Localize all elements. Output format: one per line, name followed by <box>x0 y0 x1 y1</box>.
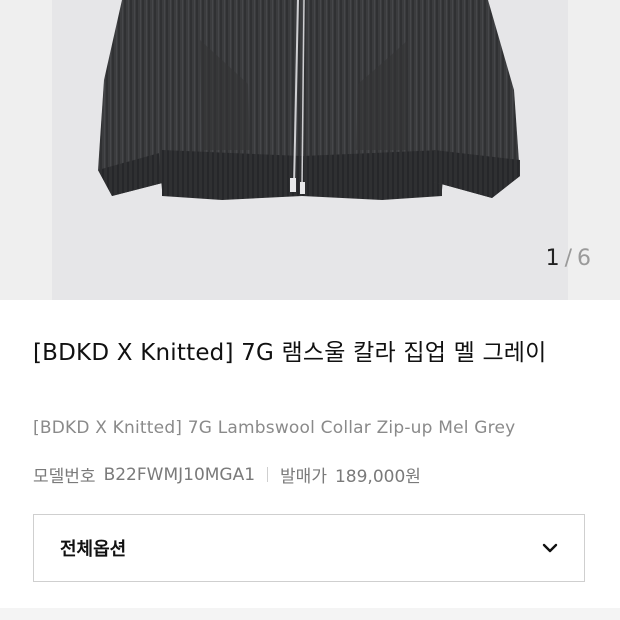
image-counter-separator: / <box>564 246 573 271</box>
model-number-value: B22FWMJ10MGA1 <box>103 464 256 485</box>
chevron-down-icon <box>542 543 558 553</box>
product-title: [BDKD X Knitted] 7G 램스울 칼라 집업 멜 그레이 <box>33 340 547 366</box>
knit-zip-up-jacket-image <box>98 0 520 200</box>
all-options-select[interactable]: 전체옵션 <box>33 514 585 582</box>
model-number-label: 모델번호 <box>33 467 96 487</box>
product-meta: 모델번호 B22FWMJ10MGA1 발매가 189,000원 <box>33 462 421 488</box>
release-price-value: 189,000원 <box>334 467 421 487</box>
product-image[interactable] <box>52 0 568 300</box>
release-price-label: 발매가 <box>280 467 327 487</box>
image-counter-current: 1 <box>545 246 561 271</box>
all-options-label: 전체옵션 <box>60 539 127 560</box>
product-subtitle: [BDKD X Knitted] 7G Lambswool Collar Zip… <box>33 418 516 438</box>
product-image-gallery[interactable]: 1/6 <box>0 0 620 300</box>
image-counter-total: 6 <box>577 246 592 271</box>
image-pagination: 1/6 <box>546 246 592 271</box>
product-detail-page: 1/6 [BDKD X Knitted] 7G 램스울 칼라 집업 멜 그레이 … <box>0 0 620 620</box>
meta-divider <box>267 467 269 482</box>
section-divider <box>0 608 620 620</box>
